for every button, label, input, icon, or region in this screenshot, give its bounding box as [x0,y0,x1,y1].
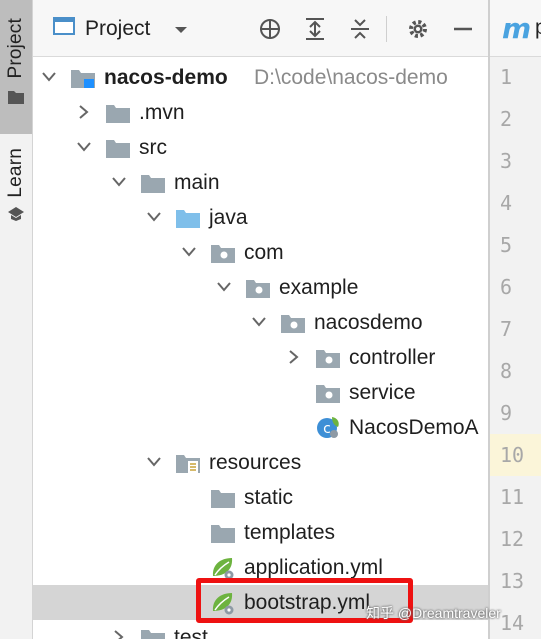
spring-yml-icon [209,556,237,580]
project-window-icon [53,17,75,41]
line-number: 12 [500,527,525,551]
line-number: 7 [500,317,513,341]
line-number: 6 [500,275,513,299]
tree-item-label: main [174,171,220,194]
tree-row-static[interactable]: static [33,480,488,515]
line-number: 8 [500,359,513,383]
chevron-down-icon[interactable] [249,312,269,332]
chevron-down-icon[interactable] [109,172,129,192]
tree-row-controller[interactable]: controller [33,340,488,375]
tree-item-label: .mvn [139,101,185,124]
editor-tab-title: p [535,16,541,40]
package-icon [314,381,342,405]
folder-icon [104,101,132,125]
tree-item-label: NacosDemoA [349,416,479,439]
minimize-icon[interactable] [448,14,478,44]
folder-icon [209,486,237,510]
folder-icon [139,171,167,195]
package-icon [209,241,237,265]
editor-tab[interactable]: m p [490,0,541,57]
svg-text:c: c [323,421,331,437]
tree-item-label: src [139,136,167,159]
module-folder-icon [69,66,97,90]
line-number: 3 [500,149,513,173]
chevron-down-icon[interactable] [179,242,199,262]
folder-icon [7,89,25,110]
tree-row-example[interactable]: example [33,270,488,305]
chevron-right-icon[interactable] [284,347,304,367]
source-folder-icon [174,206,202,230]
tree-item-label: templates [244,521,336,544]
project-panel: Project nacos-demo D:\code\nacos-demo .mvn… [33,0,488,639]
tree-row-resources[interactable]: resources [33,445,488,480]
tree-item-label: service [349,381,416,404]
chevron-down-icon[interactable] [39,67,59,87]
package-icon [314,346,342,370]
view-selector[interactable]: Project [53,14,188,44]
tree-item-label: static [244,486,294,509]
folder-icon [104,136,132,160]
tree-row-service[interactable]: service [33,375,488,410]
tree-item-label: test [174,626,208,639]
line-number: 9 [500,401,513,425]
expand-all-icon[interactable] [300,14,330,44]
collapse-all-icon[interactable] [345,14,375,44]
package-icon [279,311,307,335]
tree-item-label: example [279,276,359,299]
tree-row-main[interactable]: main [33,165,488,200]
line-number: 2 [500,107,513,131]
tree-row-java[interactable]: java [33,200,488,235]
project-panel-header: Project [33,0,488,57]
chevron-right-icon[interactable] [74,102,94,122]
tree-row-src[interactable]: src [33,130,488,165]
tree-row-nacosdemo[interactable]: nacosdemo [33,305,488,340]
resources-folder-icon [174,451,202,475]
chevron-down-icon[interactable] [214,277,234,297]
toolbar-separator [386,16,387,42]
stripe-tab-project-label: Project [5,18,26,79]
tree-item-label: controller [349,346,436,369]
stripe-tab-learn[interactable]: Learn [0,148,32,238]
tool-window-stripe: Project Learn [0,0,33,639]
folder-icon [139,626,167,639]
package-icon [244,276,272,300]
tree-row-nacos-demo[interactable]: nacos-demo D:\code\nacos-demo [33,60,488,95]
chevron-down-icon[interactable] [144,452,164,472]
line-number: 10 [490,434,541,476]
editor-area: m p 1234567891011121314 [490,0,541,639]
tree-item-label: java [209,206,248,229]
line-number: 13 [500,569,525,593]
tree-item-label: com [244,241,284,264]
view-selector-label: Project [85,17,151,40]
tree-item-label: nacosdemo [314,311,423,334]
gear-icon[interactable] [403,14,433,44]
line-number: 5 [500,233,513,257]
chevron-down-icon[interactable] [144,207,164,227]
spring-class-icon: c [314,416,342,440]
folder-icon [209,521,237,545]
tree-item-label: nacos-demo [104,66,228,89]
stripe-tab-learn-label: Learn [5,148,26,198]
watermark: 知乎 @Dreamtraveler [366,605,501,621]
tree-row-com[interactable]: com [33,235,488,270]
graduation-cap-icon [7,206,25,227]
line-number: 1 [500,65,513,89]
chevron-down-icon [174,17,188,41]
line-number: 4 [500,191,513,215]
line-number: 11 [500,485,525,509]
crosshair-icon[interactable] [255,14,285,44]
maven-file-icon: m [502,12,532,45]
project-path: D:\code\nacos-demo [254,66,448,89]
chevron-down-icon[interactable] [74,137,94,157]
tree-item-label: resources [209,451,302,474]
chevron-right-icon[interactable] [109,627,129,639]
stripe-tab-project[interactable]: Project [0,0,32,134]
tree-row--mvn[interactable]: .mvn [33,95,488,130]
tree-row-templates[interactable]: templates [33,515,488,550]
tree-row-nacosdemoa[interactable]: c NacosDemoA [33,410,488,445]
